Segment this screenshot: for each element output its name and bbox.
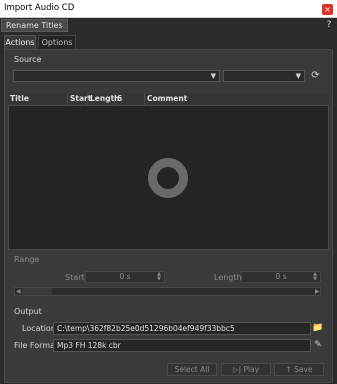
arrow-left-icon[interactable]: ◀ — [16, 287, 21, 296]
close-button[interactable]: × — [322, 4, 333, 15]
rename-titles-button[interactable]: Rename Titles — [1, 19, 68, 32]
track-list-header: Title Start Length 6 Comment — [8, 93, 329, 106]
file-format-label: File Format — [14, 341, 59, 350]
spin-arrows-icon: ▲ ▼ — [157, 271, 161, 282]
arrow-right-icon[interactable]: ▶ — [315, 287, 320, 296]
help-icon[interactable]: ? — [323, 19, 335, 31]
save-label: Save — [294, 365, 313, 374]
length-value: 0 s — [275, 272, 287, 281]
play-label: Play — [243, 365, 260, 374]
length-spinbox[interactable]: 0 s ▲ ▼ — [241, 271, 321, 283]
edit-format-icon[interactable]: ✎ — [312, 339, 324, 351]
range-slider-thumb[interactable] — [22, 288, 52, 295]
start-value: 0 s — [119, 272, 131, 281]
select-all-button[interactable]: Select All — [167, 363, 217, 376]
output-label: Output — [14, 307, 42, 316]
refresh-icon[interactable]: ⟳ — [308, 70, 323, 82]
column-6[interactable]: 6 — [115, 93, 145, 106]
file-format-field[interactable]: Mp3 FH 128k cbr — [53, 339, 311, 352]
cd-icon — [148, 158, 188, 198]
range-label: Range — [14, 255, 40, 264]
source-label: Source — [14, 55, 42, 64]
tab-actions[interactable]: Actions — [4, 35, 36, 49]
source-speed-select[interactable]: ▼ — [223, 70, 305, 82]
column-title[interactable]: Title — [8, 93, 68, 106]
window-title: Import Audio CD — [4, 3, 75, 13]
location-field[interactable]: C:\temp\362f82b25e0d51296b04ef949f33bbc5 — [53, 322, 311, 335]
start-label: Start — [65, 273, 85, 282]
folder-icon[interactable]: 📁 — [312, 322, 324, 334]
play-button[interactable]: ▷| Play — [221, 363, 271, 376]
play-icon: ▷| — [232, 365, 244, 374]
chevron-down-icon: ▼ — [295, 72, 301, 80]
column-comment[interactable]: Comment — [145, 93, 329, 106]
location-label: Location — [22, 324, 56, 333]
column-length[interactable]: Length — [88, 93, 120, 106]
tab-options[interactable]: Options — [38, 35, 76, 49]
source-drive-select[interactable]: ▼ — [13, 70, 220, 82]
length-label: Length — [214, 273, 242, 282]
column-start[interactable]: Start — [68, 93, 91, 106]
start-spinbox[interactable]: 0 s ▲ ▼ — [85, 271, 165, 283]
range-slider[interactable] — [14, 287, 321, 296]
save-button[interactable]: ↑ Save — [274, 363, 324, 376]
chevron-down-icon: ▼ — [210, 72, 216, 80]
spin-arrows-icon: ▲ ▼ — [313, 271, 317, 282]
save-icon: ↑ — [285, 365, 295, 374]
